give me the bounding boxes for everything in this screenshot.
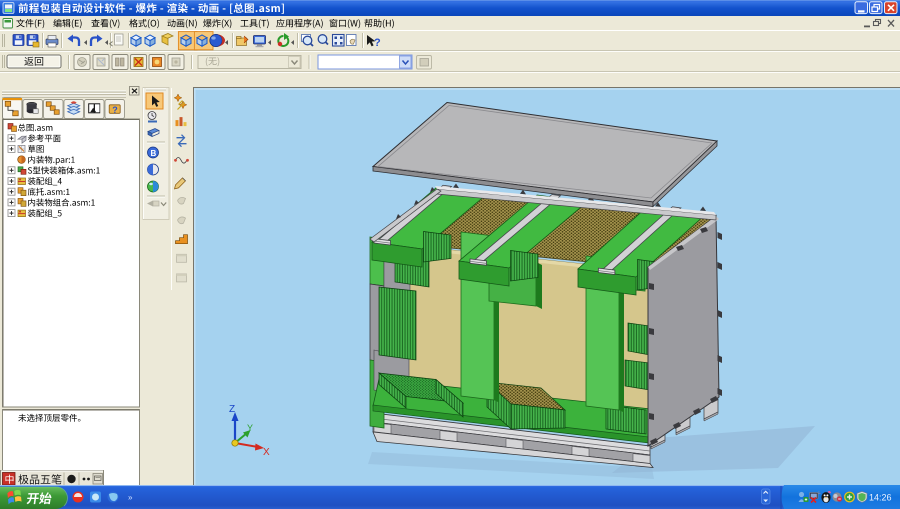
svg-text:B: B [151, 149, 157, 158]
svg-text:»: » [128, 493, 133, 502]
svg-text:Y: Y [247, 423, 253, 433]
svg-text:Z: Z [229, 404, 235, 415]
svg-text:X: X [263, 447, 270, 458]
svg-text:?: ? [374, 37, 381, 49]
svg-text:?: ? [112, 105, 118, 115]
svg-text:14:26: 14:26 [869, 493, 892, 503]
